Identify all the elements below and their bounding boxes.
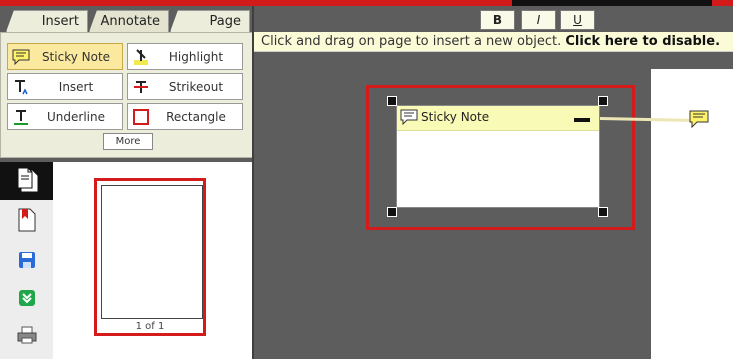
download-icon [18,289,36,310]
tab-insert[interactable]: Insert [6,10,88,32]
page-thumbnail-selected[interactable]: 1 of 1 [94,178,206,336]
strikeout-tool-button[interactable]: Strikeout [127,73,243,100]
notice-text: Click and drag on page to insert a new o… [261,34,562,49]
sticky-note-popup[interactable]: Sticky Note [396,105,600,208]
tool-label: Rectangle [166,110,226,124]
rectangle-icon [132,108,150,126]
tool-label: Underline [47,110,105,124]
highlight-icon [132,48,150,66]
sticky-note-icon [12,48,30,66]
left-panel: Insert Annotate Page Sticky Note Highlig… [0,6,253,359]
tab-annotate[interactable]: Annotate [89,10,169,32]
highlight-tool-button[interactable]: Highlight [127,43,243,70]
annotation-tools: Sticky Note Highlight Insert Strikeout U… [0,32,253,158]
print-button[interactable] [0,317,53,355]
sticky-note-tool-button[interactable]: Sticky Note [7,43,123,70]
sticky-note-text-area[interactable] [397,132,599,207]
resize-handle-bottom-left[interactable] [387,207,397,217]
tab-page[interactable]: Page [170,10,250,32]
underline-tool-button[interactable]: Underline [7,103,123,130]
save-button[interactable] [0,242,53,280]
bookmarks-panel-button[interactable] [0,202,53,240]
thumbnail-panel: 1 of 1 [53,162,253,359]
underline-format-button[interactable]: U [560,10,595,30]
strikeout-icon [132,78,150,96]
tool-label: Strikeout [168,80,224,94]
bookmark-page-icon [17,208,37,235]
rectangle-tool-button[interactable]: Rectangle [127,103,243,130]
download-button[interactable] [0,280,53,318]
insert-text-icon [12,78,30,96]
tool-label: Sticky Note [41,50,111,64]
sticky-note-title: Sticky Note [421,110,490,124]
insert-mode-notice: Click and drag on page to insert a new o… [254,32,733,52]
tab-strip: Insert Annotate Page [0,6,253,32]
sticky-note-marker-icon[interactable] [689,110,709,129]
save-icon [18,251,36,272]
tool-label: Insert [58,80,94,94]
tool-label: Highlight [168,50,224,64]
resize-handle-top-left[interactable] [387,96,397,106]
sticky-note-header-icon [400,109,418,128]
bold-button[interactable]: B [480,10,515,30]
panel-splitter[interactable] [252,6,254,359]
page-thumbnail[interactable] [101,185,203,319]
print-icon [17,326,37,347]
resize-handle-bottom-right[interactable] [598,207,608,217]
minimize-note-button[interactable] [574,118,590,122]
sticky-note-header[interactable]: Sticky Note [397,106,599,131]
top-bar-accent-right [712,0,733,6]
underline-icon [12,108,30,126]
more-tools-button[interactable]: More [103,133,153,150]
pages-icon [16,167,38,196]
side-icon-bar [0,162,53,359]
resize-handle-top-right[interactable] [598,96,608,106]
pages-panel-button[interactable] [0,162,53,200]
disable-notice-link[interactable]: Click here to disable. [565,34,720,49]
italic-button[interactable]: I [521,10,556,30]
insert-text-tool-button[interactable]: Insert [7,73,123,100]
page-count-label: 1 of 1 [135,321,165,332]
